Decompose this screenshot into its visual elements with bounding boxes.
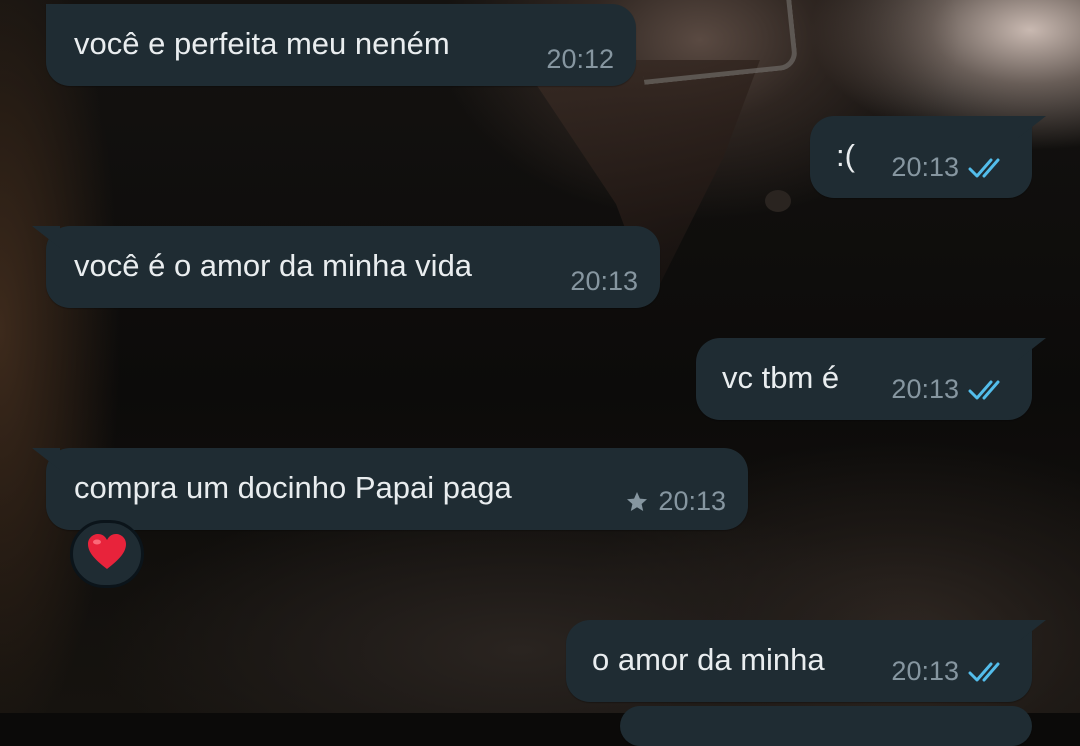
- wallpaper-glasses-shape: [636, 0, 799, 85]
- message-time: 20:13: [891, 656, 959, 686]
- message-bubble-outgoing[interactable]: vc tbm é 20:13: [696, 338, 1046, 420]
- double-check-read-icon: [968, 157, 1008, 179]
- message-text: você é o amor da minha vida: [74, 248, 473, 283]
- message-bubble-incoming[interactable]: você é o amor da minha vida 20:13: [32, 226, 660, 308]
- message-meta: 20:13: [891, 656, 1008, 687]
- message-text: o amor da minha: [592, 642, 825, 677]
- message-bubble-incoming[interactable]: compra um docinho Papai paga 20:13: [32, 448, 748, 530]
- message-bubble-outgoing[interactable]: :( 20:13: [810, 116, 1046, 198]
- message-meta: 20:13: [625, 486, 726, 517]
- message-bubble-incoming[interactable]: você e perfeita meu neném 20:12: [46, 4, 636, 86]
- message-time: 20:12: [546, 44, 614, 74]
- message-meta: 20:13: [891, 374, 1008, 405]
- message-text: você e perfeita meu neném: [74, 26, 450, 61]
- message-meta: 20:12: [546, 44, 614, 75]
- message-bubble-outgoing-partial[interactable]: [620, 706, 1032, 746]
- message-text: vc tbm é: [722, 360, 840, 395]
- message-reaction[interactable]: [70, 520, 144, 588]
- wallpaper-button-shape: [765, 190, 791, 212]
- message-time: 20:13: [570, 266, 638, 296]
- heart-emoji-icon: [86, 533, 128, 576]
- double-check-read-icon: [968, 661, 1008, 683]
- star-icon: [625, 490, 649, 514]
- message-time: 20:13: [891, 374, 959, 404]
- message-text: :(: [836, 138, 855, 173]
- message-text: compra um docinho Papai paga: [74, 470, 512, 505]
- message-time: 20:13: [658, 486, 726, 516]
- message-time: 20:13: [891, 152, 959, 182]
- double-check-read-icon: [968, 379, 1008, 401]
- message-meta: 20:13: [570, 266, 638, 297]
- message-bubble-outgoing[interactable]: o amor da minha 20:13: [566, 620, 1046, 702]
- message-meta: 20:13: [891, 152, 1008, 183]
